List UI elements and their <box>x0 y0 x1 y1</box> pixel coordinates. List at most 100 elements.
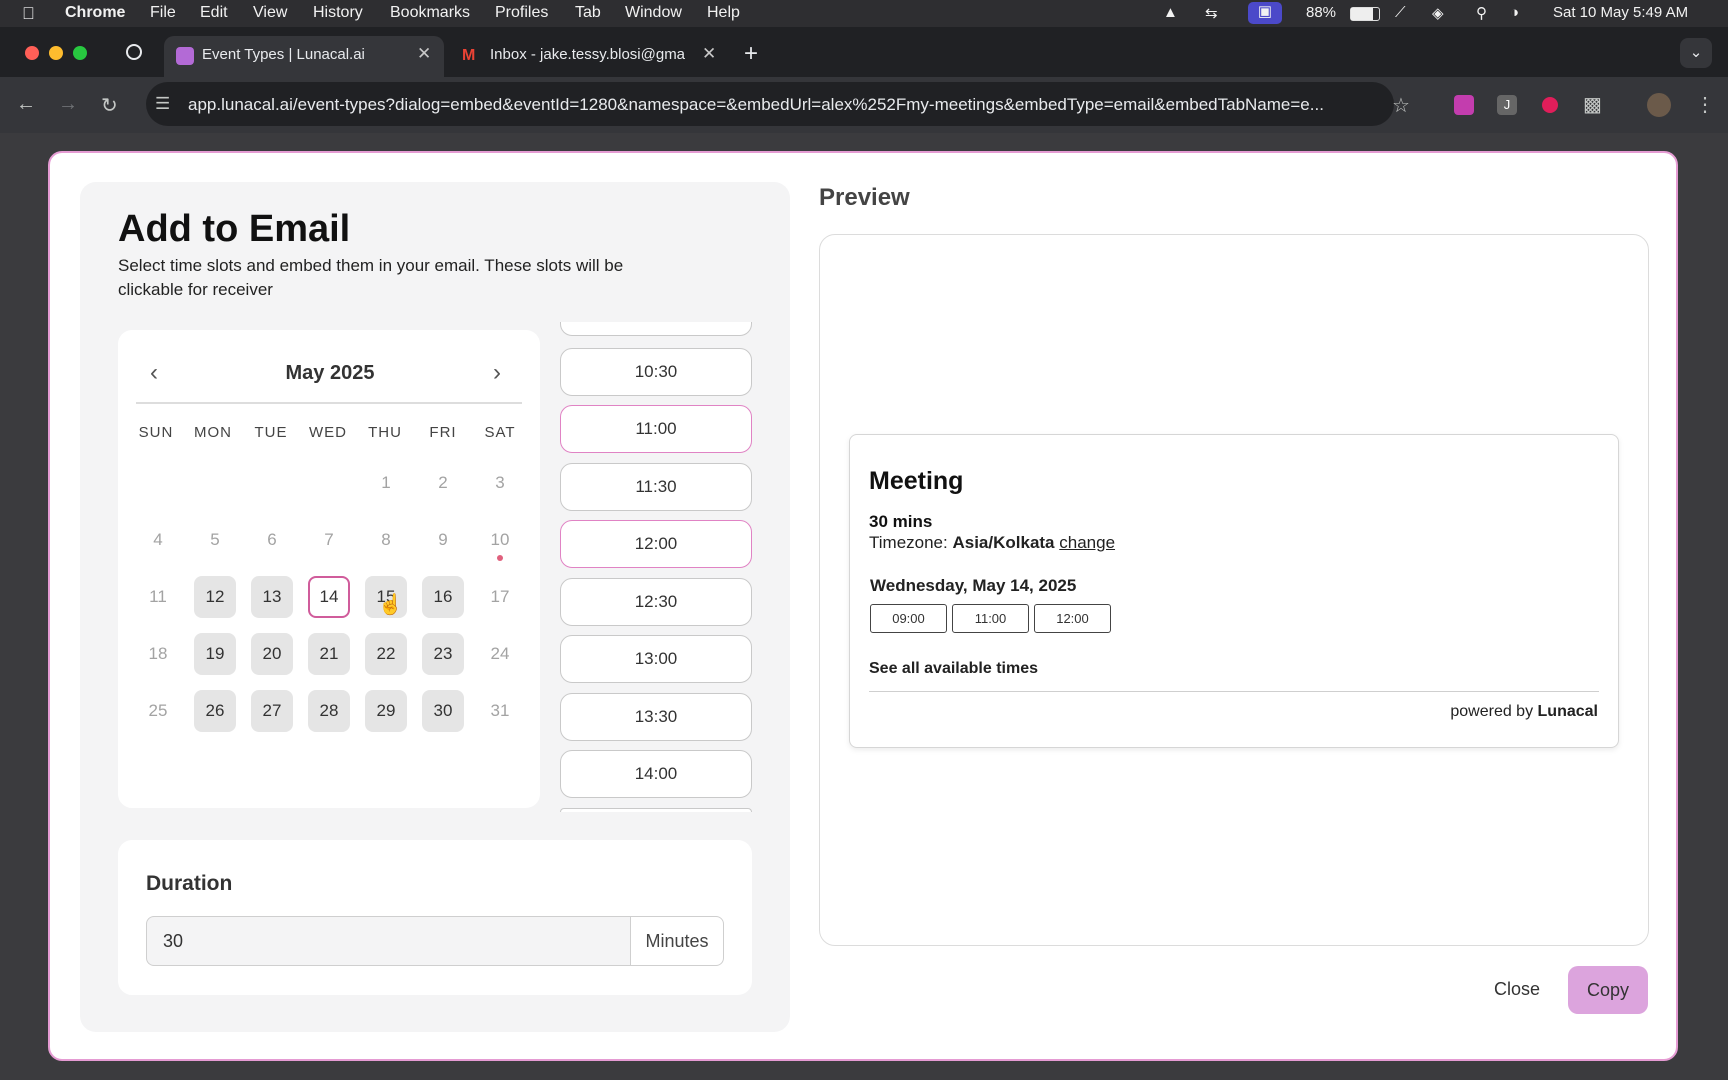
menubar-clock[interactable]: Sat 10 May 5:49 AM <box>1553 4 1688 21</box>
menu-help[interactable]: Help <box>707 4 740 22</box>
preview-slot[interactable]: 12:00 <box>1034 604 1111 633</box>
calendar-day-selected[interactable]: 14 <box>308 576 350 618</box>
calendar-day: 5 <box>210 530 220 549</box>
calendar-day-available[interactable]: 29 <box>365 690 407 732</box>
preview-slot[interactable]: 11:00 <box>952 604 1029 633</box>
duration-label: Duration <box>146 872 233 895</box>
apple-icon[interactable]:  <box>22 4 35 24</box>
preview-slot[interactable]: 09:00 <box>870 604 947 633</box>
timezone-change-link[interactable]: change <box>1059 533 1115 552</box>
tab-search-chevron-icon[interactable]: ⌄ <box>1680 38 1712 68</box>
extension-lunacal-icon[interactable] <box>1454 95 1474 115</box>
timezone-row: Timezone: Asia/Kolkata change <box>869 533 1115 553</box>
calendar-divider <box>136 402 522 404</box>
calendar-day-available[interactable]: 27 <box>251 690 293 732</box>
weekday-label: WED <box>309 424 347 441</box>
time-slot-partial[interactable] <box>560 322 752 336</box>
time-slot[interactable]: 10:30 <box>560 348 752 396</box>
menu-file[interactable]: File <box>150 4 176 22</box>
new-tab-icon[interactable]: + <box>744 40 758 68</box>
back-icon[interactable]: ← <box>16 93 36 116</box>
menu-edit[interactable]: Edit <box>200 4 228 22</box>
calendar-day: 2 <box>438 473 448 492</box>
close-button[interactable]: Close <box>1480 966 1554 1012</box>
time-slot[interactable]: 12:30 <box>560 578 752 626</box>
menu-bookmarks[interactable]: Bookmarks <box>390 4 470 22</box>
weekday-label: SUN <box>138 424 174 441</box>
menu-profiles[interactable]: Profiles <box>495 4 548 22</box>
calendar-day: 24 <box>490 644 510 663</box>
tab-close-icon[interactable]: ✕ <box>702 44 716 64</box>
weekday-label: SAT <box>484 424 516 441</box>
search-icon[interactable]: ⚲ <box>1476 4 1487 22</box>
calendar-day: 1 <box>381 473 391 492</box>
calendar-day-available[interactable]: 28 <box>308 690 350 732</box>
time-slot[interactable]: 11:30 <box>560 463 752 511</box>
calendar-day-available[interactable]: 26 <box>194 690 236 732</box>
kebab-menu-icon[interactable]: ⋮ <box>1695 92 1715 117</box>
time-slot-partial[interactable] <box>560 808 752 812</box>
site-info-icon[interactable]: ☰ <box>155 94 170 114</box>
prev-month-icon[interactable]: ‹ <box>150 359 158 387</box>
time-slot-selected[interactable]: 12:00 <box>560 520 752 568</box>
extension-j-icon[interactable]: J <box>1497 95 1517 115</box>
calendar-day-available[interactable]: 21 <box>308 633 350 675</box>
see-all-times-link[interactable]: See all available times <box>869 660 1038 678</box>
calendar-day-available[interactable]: 13 <box>251 576 293 618</box>
calendar-day-available[interactable]: 19 <box>194 633 236 675</box>
vlc-icon[interactable]: ▲ <box>1163 4 1178 21</box>
url-text[interactable]: app.lunacal.ai/event-types?dialog=embed&… <box>188 95 1378 115</box>
menu-app-name[interactable]: Chrome <box>65 4 125 22</box>
calendar-day-available[interactable]: 16 <box>422 576 464 618</box>
menu-tab[interactable]: Tab <box>575 4 601 22</box>
copy-button[interactable]: Copy <box>1568 966 1648 1014</box>
time-slot[interactable]: 14:00 <box>560 750 752 798</box>
tab-close-icon[interactable]: ✕ <box>417 44 431 64</box>
calendar-day: 7 <box>324 530 334 549</box>
recording-icon[interactable] <box>126 44 142 60</box>
duration-unit: Minutes <box>630 916 724 966</box>
window-minimize-icon[interactable] <box>49 46 63 60</box>
timezone-label: Timezone: <box>869 533 948 552</box>
window-zoom-icon[interactable] <box>73 46 87 60</box>
tab-event-types[interactable]: Event Types | Lunacal.ai ✕ <box>164 36 444 77</box>
calendar-day: 6 <box>267 530 277 549</box>
slash-icon[interactable]: ⟋ <box>1395 4 1406 21</box>
month-label: May 2025 <box>285 362 375 384</box>
menu-history[interactable]: History <box>313 4 363 22</box>
gmail-favicon-icon: M <box>462 47 476 64</box>
duration-input[interactable]: 30 <box>146 916 630 966</box>
sync-icon[interactable]: ⇆ <box>1205 4 1218 22</box>
lunacal-favicon-icon <box>176 47 194 65</box>
calendar-day: 3 <box>495 473 505 492</box>
battery-icon[interactable] <box>1350 7 1380 21</box>
calendar-day-available[interactable]: 12 <box>194 576 236 618</box>
menu-window[interactable]: Window <box>625 4 682 22</box>
calendar-day-available[interactable]: 20 <box>251 633 293 675</box>
window-close-icon[interactable] <box>25 46 39 60</box>
wifi-icon[interactable]: ◈ <box>1432 4 1444 22</box>
calendar-day: 31 <box>490 701 510 720</box>
next-month-icon[interactable]: › <box>493 359 501 387</box>
menu-view[interactable]: View <box>253 4 287 22</box>
meeting-title: Meeting <box>869 467 964 495</box>
profile-avatar[interactable] <box>1647 93 1671 117</box>
battery-percent: 88% <box>1306 4 1337 21</box>
extension-record-icon[interactable] <box>1542 97 1558 113</box>
reload-icon[interactable]: ↻ <box>101 93 118 118</box>
calendar-day-available[interactable]: 22 <box>365 633 407 675</box>
screen-mirror-icon[interactable]: ▣ <box>1248 2 1282 24</box>
time-slot[interactable]: 13:00 <box>560 635 752 683</box>
tab-inbox[interactable]: M Inbox - jake.tessy.blosi@gmai ✕ <box>452 36 722 77</box>
time-slot-selected[interactable]: 11:00 <box>560 405 752 453</box>
time-slot[interactable]: 13:30 <box>560 693 752 741</box>
calendar-day-available[interactable]: 30 <box>422 690 464 732</box>
forward-icon[interactable]: → <box>58 93 78 116</box>
powered-brand: Lunacal <box>1537 703 1598 720</box>
control-center-icon[interactable]: ◑ <box>1510 4 1519 21</box>
extensions-puzzle-icon[interactable]: ▩ <box>1583 92 1602 117</box>
calendar-day-available[interactable]: 23 <box>422 633 464 675</box>
bookmark-star-icon[interactable]: ☆ <box>1392 93 1410 118</box>
preview-label: Preview <box>819 184 910 211</box>
dialog-title: Add to Email <box>118 208 351 250</box>
